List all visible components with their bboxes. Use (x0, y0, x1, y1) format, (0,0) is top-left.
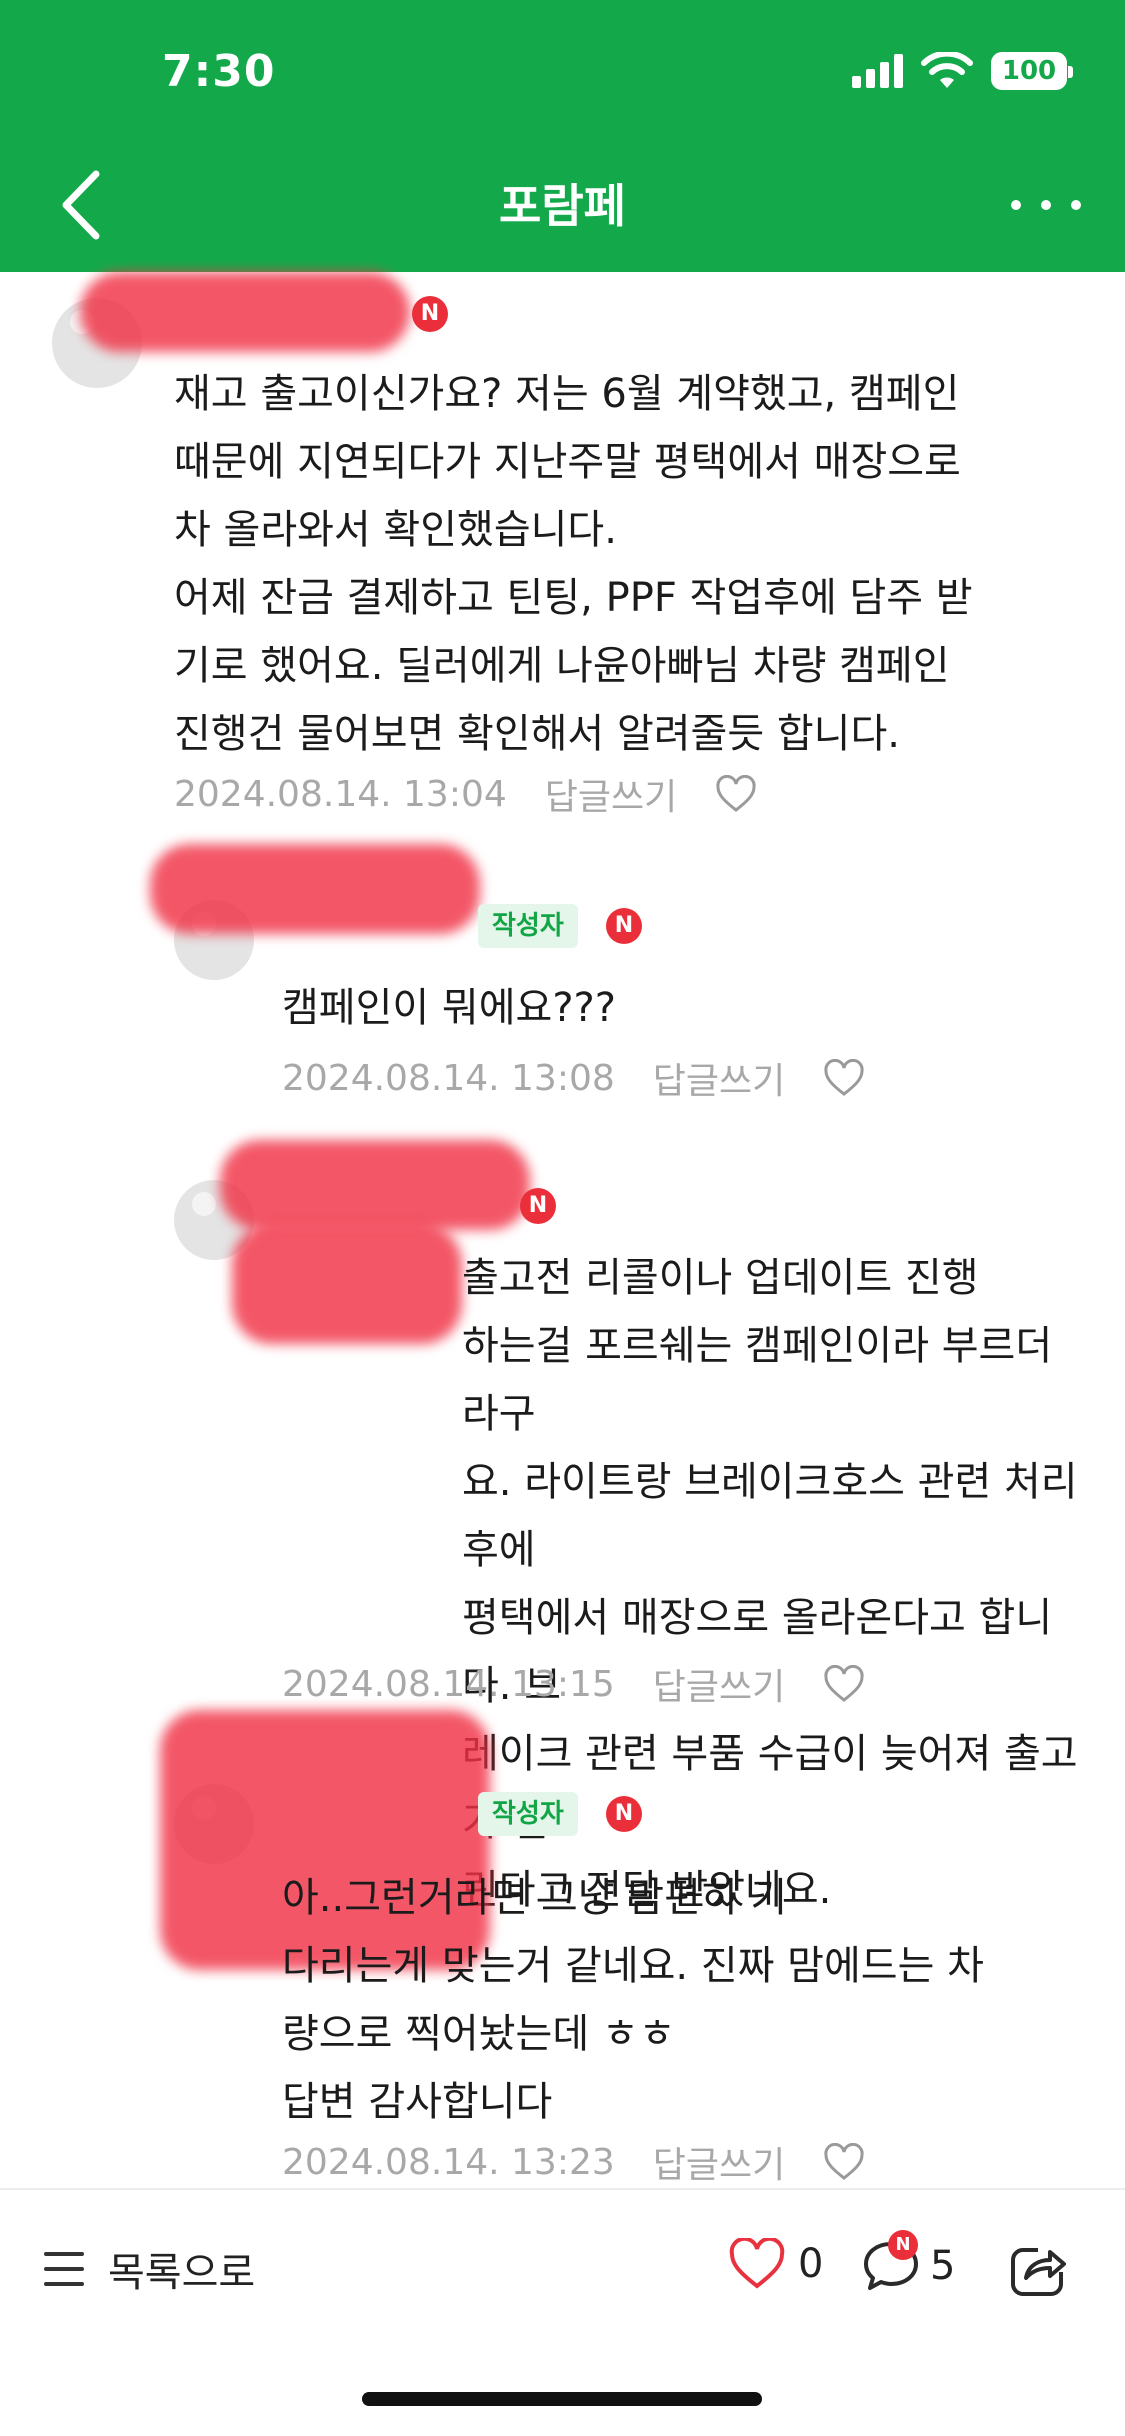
heart-icon[interactable] (823, 1059, 865, 1097)
heart-icon[interactable] (715, 775, 757, 813)
app-header: 7:30 100 포람페 (0, 0, 1125, 272)
new-badge: N (888, 2230, 918, 2260)
nickname-redacted (232, 1224, 462, 1344)
new-badge: N (520, 1188, 556, 1224)
comment-meta: 2024.08.14. 13:04 답글쓰기 (174, 768, 757, 820)
comment-date: 2024.08.14. 13:23 (282, 2141, 615, 2183)
comment-count: 5 (930, 2243, 956, 2289)
comment-date: 2024.08.14. 13:04 (174, 773, 507, 815)
comment-item: 작성자 N 아..그런거라면 그냥 맘편히 기 다리는게 맞는거 같네요. 진짜… (0, 1700, 1125, 2186)
new-badge: N (606, 908, 642, 944)
writer-badge: 작성자 (478, 1792, 578, 1836)
share-icon[interactable] (1008, 2236, 1070, 2298)
heart-icon[interactable] (823, 2143, 865, 2181)
comment-item: 작성자 N 캠페인이 뭐에요??? 2024.08.14. 13:08 답글쓰기 (0, 840, 1125, 1102)
bottom-bar: 목록으로 0 N 5 (0, 2188, 1125, 2338)
back-to-list-button[interactable]: 목록으로 (44, 2240, 255, 2298)
nickname-redacted (220, 1140, 530, 1230)
like-button[interactable]: 0 (728, 2238, 823, 2290)
status-time: 7:30 (162, 46, 276, 97)
new-badge: N (606, 1796, 642, 1832)
comment-date: 2024.08.14. 13:15 (282, 1663, 615, 1705)
comment-item: N 재고 출고이신가요? 저는 6월 계약했고, 캠페인 때문에 지연되다가 지… (0, 272, 1125, 832)
page-title: 포람페 (499, 179, 626, 233)
comment-text: 재고 출고이신가요? 저는 6월 계약했고, 캠페인 때문에 지연되다가 지난주… (174, 371, 973, 757)
comment-text: 캠페인이 뭐에요??? (282, 985, 617, 1031)
wifi-icon (921, 52, 973, 88)
comment-meta: 2024.08.14. 13:08 답글쓰기 (282, 1052, 865, 1104)
comment-count-button[interactable]: N 5 (862, 2230, 956, 2294)
nickname-redacted (150, 844, 480, 934)
reply-button[interactable]: 답글쓰기 (545, 768, 677, 820)
comment-meta: 2024.08.14. 13:23 답글쓰기 (282, 2136, 865, 2188)
menu-icon (44, 2252, 84, 2286)
writer-badge: 작성자 (478, 904, 578, 948)
reply-button[interactable]: 답글쓰기 (653, 2136, 785, 2188)
comment-date: 2024.08.14. 13:08 (282, 1057, 615, 1099)
home-indicator (362, 2392, 762, 2406)
more-options-button[interactable] (1011, 180, 1081, 230)
signal-icon (852, 54, 903, 88)
back-to-list-label: 목록으로 (108, 2250, 256, 2296)
battery-level: 100 (1001, 56, 1057, 86)
battery-icon: 100 (991, 52, 1073, 90)
status-icons: 100 (852, 52, 1073, 90)
heart-icon (729, 2238, 785, 2289)
new-badge: N (412, 296, 448, 332)
like-count: 0 (798, 2241, 824, 2287)
reply-button[interactable]: 답글쓰기 (653, 1052, 785, 1104)
comment-text: 아..그런거라면 그냥 맘편히 기 다리는게 맞는거 같네요. 진짜 맘에드는 … (282, 1875, 984, 2125)
heart-icon[interactable] (823, 1665, 865, 1703)
nickname-redacted (80, 272, 410, 352)
comment-item: N 출고전 리콜이나 업데이트 진행 하는걸 포르쉐는 캠페인이라 부르더라구 … (0, 1140, 1125, 1913)
